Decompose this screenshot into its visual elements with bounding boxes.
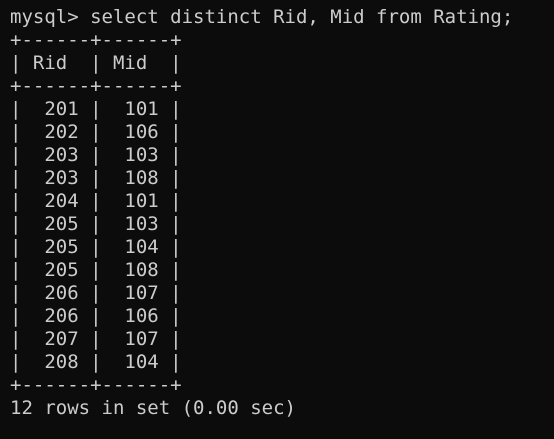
table-rows: | 201 | 101 | | 202 | 106 | | 203 | 103 | |… <box>10 98 554 374</box>
command-line: mysql> select distinct Rid, Mid from Rat… <box>10 6 514 28</box>
table-border-top: +------+------+ <box>10 29 182 51</box>
result-summary: 12 rows in set (0.00 sec) <box>10 397 296 419</box>
table-row: | 203 | 108 | <box>10 167 182 189</box>
table-border-header: +------+------+ <box>10 75 182 97</box>
table-row: | 205 | 104 | <box>10 236 182 258</box>
table-row: | 204 | 101 | <box>10 190 182 212</box>
table-row: | 208 | 104 | <box>10 351 182 373</box>
table-row: | 207 | 107 | <box>10 328 182 350</box>
table-row: | 205 | 103 | <box>10 213 182 235</box>
table-row: | 206 | 106 | <box>10 305 182 327</box>
table-row: | 203 | 103 | <box>10 144 182 166</box>
table-border-bottom: +------+------+ <box>10 374 182 396</box>
table-row: | 201 | 101 | <box>10 98 182 120</box>
table-row: | 202 | 106 | <box>10 121 182 143</box>
table-row: | 206 | 107 | <box>10 282 182 304</box>
terminal-window[interactable]: mysql> select distinct Rid, Mid from Rat… <box>0 0 554 439</box>
table-row: | 205 | 108 | <box>10 259 182 281</box>
table-header: | Rid | Mid | <box>10 52 182 74</box>
